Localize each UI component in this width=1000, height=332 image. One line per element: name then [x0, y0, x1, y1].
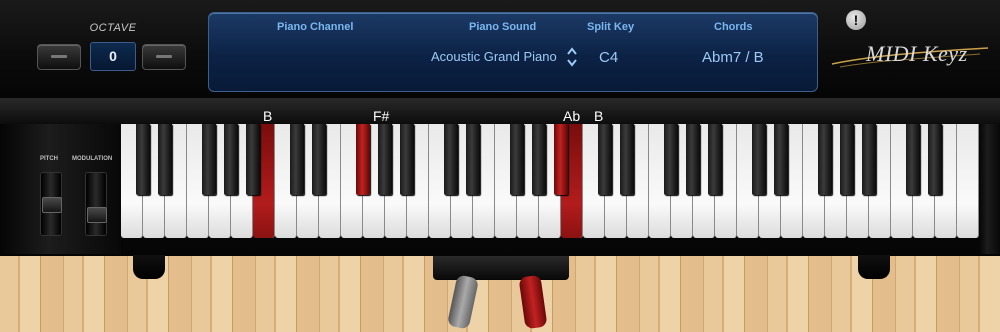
- modulation-slider[interactable]: [85, 172, 107, 236]
- piano-keyboard[interactable]: [121, 124, 979, 238]
- split-key-header: Split Key: [587, 21, 635, 33]
- piano-channel-header: Piano Channel: [277, 21, 354, 33]
- black-key[interactable]: [378, 124, 392, 195]
- black-key[interactable]: [906, 124, 920, 195]
- black-key[interactable]: [224, 124, 238, 195]
- octave-value: 0: [90, 42, 136, 71]
- black-key[interactable]: [312, 124, 326, 195]
- black-key[interactable]: [136, 124, 150, 195]
- black-key[interactable]: [444, 124, 458, 195]
- black-key[interactable]: [290, 124, 304, 195]
- piano-sound-header: Piano Sound: [469, 21, 537, 33]
- octave-down-button[interactable]: [37, 44, 81, 70]
- black-key[interactable]: [466, 124, 480, 195]
- note-label: B: [263, 108, 273, 124]
- octave-up-button[interactable]: [142, 44, 186, 70]
- black-key[interactable]: [158, 124, 172, 195]
- right-cheek: [979, 124, 1000, 254]
- right-foot: [858, 255, 890, 279]
- chords-value: Abm7 / B: [702, 49, 764, 66]
- black-key[interactable]: [752, 124, 766, 195]
- black-key[interactable]: [708, 124, 722, 195]
- black-key[interactable]: [510, 124, 524, 195]
- black-key[interactable]: [554, 124, 568, 195]
- black-key[interactable]: [246, 124, 260, 195]
- black-key[interactable]: [818, 124, 832, 195]
- logo-text: MIDI Keyz: [866, 41, 968, 66]
- split-key-value[interactable]: C4: [599, 49, 618, 66]
- black-key[interactable]: [840, 124, 854, 195]
- black-key[interactable]: [774, 124, 788, 195]
- exclamation-icon[interactable]: !: [846, 10, 866, 30]
- modulation-label: MODULATION: [72, 156, 113, 162]
- black-key[interactable]: [400, 124, 414, 195]
- left-foot: [133, 255, 165, 279]
- note-label: B: [594, 108, 604, 124]
- octave-label: OCTAVE: [89, 22, 137, 34]
- note-label: Ab: [563, 108, 581, 124]
- black-key[interactable]: [598, 124, 612, 195]
- black-key[interactable]: [928, 124, 942, 195]
- pitch-slider[interactable]: [40, 172, 62, 236]
- white-key[interactable]: [957, 124, 979, 238]
- black-key[interactable]: [620, 124, 634, 195]
- piano-sound-value[interactable]: Acoustic Grand Piano: [431, 49, 557, 64]
- pedal-housing: [433, 256, 569, 280]
- note-label: F#: [373, 108, 390, 124]
- black-key[interactable]: [686, 124, 700, 195]
- black-key[interactable]: [862, 124, 876, 195]
- keybed-lip: [0, 98, 1000, 124]
- black-key[interactable]: [202, 124, 216, 195]
- black-key[interactable]: [532, 124, 546, 195]
- up-down-chevron-icon[interactable]: [566, 46, 578, 68]
- pitch-label: PITCH: [40, 156, 58, 162]
- info-panel: Piano Channel Piano Sound Acoustic Grand…: [208, 12, 818, 92]
- pitch-slider-knob[interactable]: [42, 197, 62, 213]
- black-key[interactable]: [356, 124, 370, 195]
- black-key[interactable]: [664, 124, 678, 195]
- chords-header: Chords: [714, 21, 753, 33]
- modulation-slider-knob[interactable]: [87, 207, 107, 223]
- midi-keyz-logo: MIDI Keyz: [830, 38, 990, 70]
